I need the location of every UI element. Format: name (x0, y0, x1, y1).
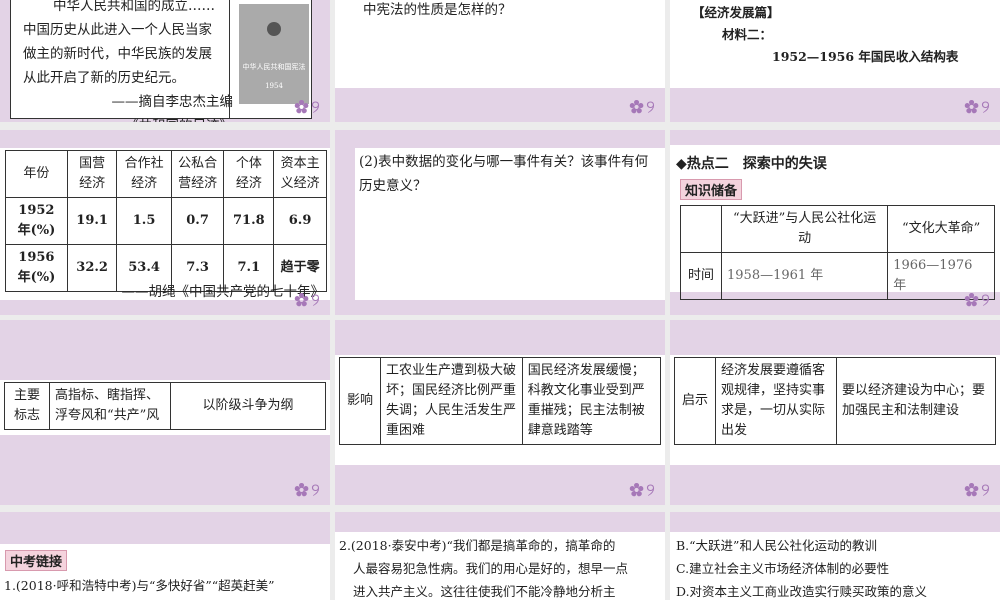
slide-8[interactable]: 影响 工农业生产遭到极大破坏；国民经济比例严重失调；人民生活发生严重困难 国民经济发… (335, 320, 665, 505)
slide-6[interactable]: ◆热点二 探索中的失误 知识储备 “大跃进”与人民公社化运动 “文化大革命” 时间… (670, 130, 1000, 315)
option-d: D.对资本主义工商业改造实行赎买政策的意义 (676, 584, 928, 599)
option-b: B.“大跃进”和人民公社化运动的教训 (676, 538, 877, 553)
income-table: 年份 国营经济 合作社经济 公私合营经济 个体经济 资本主义经济 1952 年(%) 19.… (5, 150, 327, 292)
lesson-table: 启示 经济发展要遵循客观规律，坚持实事求是，一切从实际出发 要以经济建设为中心；要加… (674, 357, 996, 445)
flower-decoration-icon: ✿୨ (294, 480, 322, 501)
question-text: 中宪法的性质是怎样的？ (363, 2, 512, 18)
comparison-table: “大跃进”与人民公社化运动 “文化大革命” 时间 1958—1961 年 1966—1… (680, 205, 995, 300)
text-line: 中国历史从此进入一个人民当家 (23, 22, 212, 38)
question-text: 进入共产主义。这往往使我们不能冷静地分析主 (353, 584, 616, 599)
section-heading: ◆热点二 探索中的失误 (676, 156, 827, 172)
source: ——摘自李忠杰主编 (111, 94, 234, 110)
flower-decoration-icon: ✿୨ (964, 97, 992, 118)
constitution-book-image: 中华人民共和国宪法 1954 (239, 4, 309, 104)
slide-1[interactable]: 中华人民共和国的成立…… 中国历史从此进入一个人民当家 做主的新时代，中华民族的… (0, 0, 330, 122)
table-caption: 1952—1956 年国民收入结构表 (772, 49, 959, 64)
text-line: 从此开启了新的历史纪元。 (23, 70, 185, 86)
flower-decoration-icon: ✿୨ (964, 290, 992, 311)
knowledge-tag: 知识储备 (680, 179, 743, 200)
flower-decoration-icon: ✿୨ (629, 97, 657, 118)
signs-table: 主要标志 高指标、瞎指挥、浮夸风和“共产”风 以阶级斗争为纲 (4, 382, 326, 430)
source: 《共和国的足迹》 (23, 114, 233, 122)
section-title: 【经济发展篇】 (692, 5, 780, 20)
flower-decoration-icon: ✿୨ (964, 480, 992, 501)
slide-4[interactable]: 年份 国营经济 合作社经济 公私合营经济 个体经济 资本主义经济 1952 年(%) 19.… (0, 130, 330, 315)
question-text: 1.(2018·呼和浩特中考)与“多快好省”“超英赶美” (4, 578, 275, 593)
flower-decoration-icon: ✿୨ (629, 480, 657, 501)
slide-9[interactable]: 启示 经济发展要遵循客观规律，坚持实事求是，一切从实际出发 要以经济建设为中心；要加… (670, 320, 1000, 505)
slide-10[interactable]: 中考链接 1.(2018·呼和浩特中考)与“多快好省”“超英赶美” (0, 512, 330, 600)
question-text: 2.(2018·泰安中考)“我们都是搞革命的，搞革命的 (339, 538, 616, 553)
slide-12[interactable]: B.“大跃进”和人民公社化运动的教训 C.建立社会主义市场经济体制的必要性 D.… (670, 512, 1000, 600)
flower-decoration-icon: ✿୨ (294, 290, 322, 311)
exam-link-tag: 中考链接 (5, 550, 68, 571)
question-text: (2)表中数据的变化与哪一事件有关？该事件有何历史意义？ (359, 154, 649, 194)
impact-table: 影响 工农业生产遭到极大破坏；国民经济比例严重失调；人民生活发生严重困难 国民经济发… (339, 357, 662, 445)
slide-7[interactable]: 主要标志 高指标、瞎指挥、浮夸风和“共产”风 以阶级斗争为纲 ✿୨ (0, 320, 330, 505)
flower-decoration-icon: ✿୨ (294, 97, 322, 118)
option-c: C.建立社会主义市场经济体制的必要性 (676, 561, 890, 576)
text-line: 中华人民共和国的成立…… (53, 0, 215, 14)
material-label: 材料二： (722, 27, 773, 42)
slide-3[interactable]: 【经济发展篇】 材料二： 1952—1956 年国民收入结构表 ✿୨ (670, 0, 1000, 122)
slide-5[interactable]: (2)表中数据的变化与哪一事件有关？该事件有何历史意义？ (335, 130, 665, 315)
text-line: 做主的新时代，中华民族的发展 (23, 46, 212, 62)
question-text: 人最容易犯急性病。我们的用心是好的，想早一点 (353, 561, 629, 576)
slide-11[interactable]: 2.(2018·泰安中考)“我们都是搞革命的，搞革命的 人最容易犯急性病。我们的… (335, 512, 665, 600)
slide-2[interactable]: 中宪法的性质是怎样的？ ✿୨ (335, 0, 665, 122)
